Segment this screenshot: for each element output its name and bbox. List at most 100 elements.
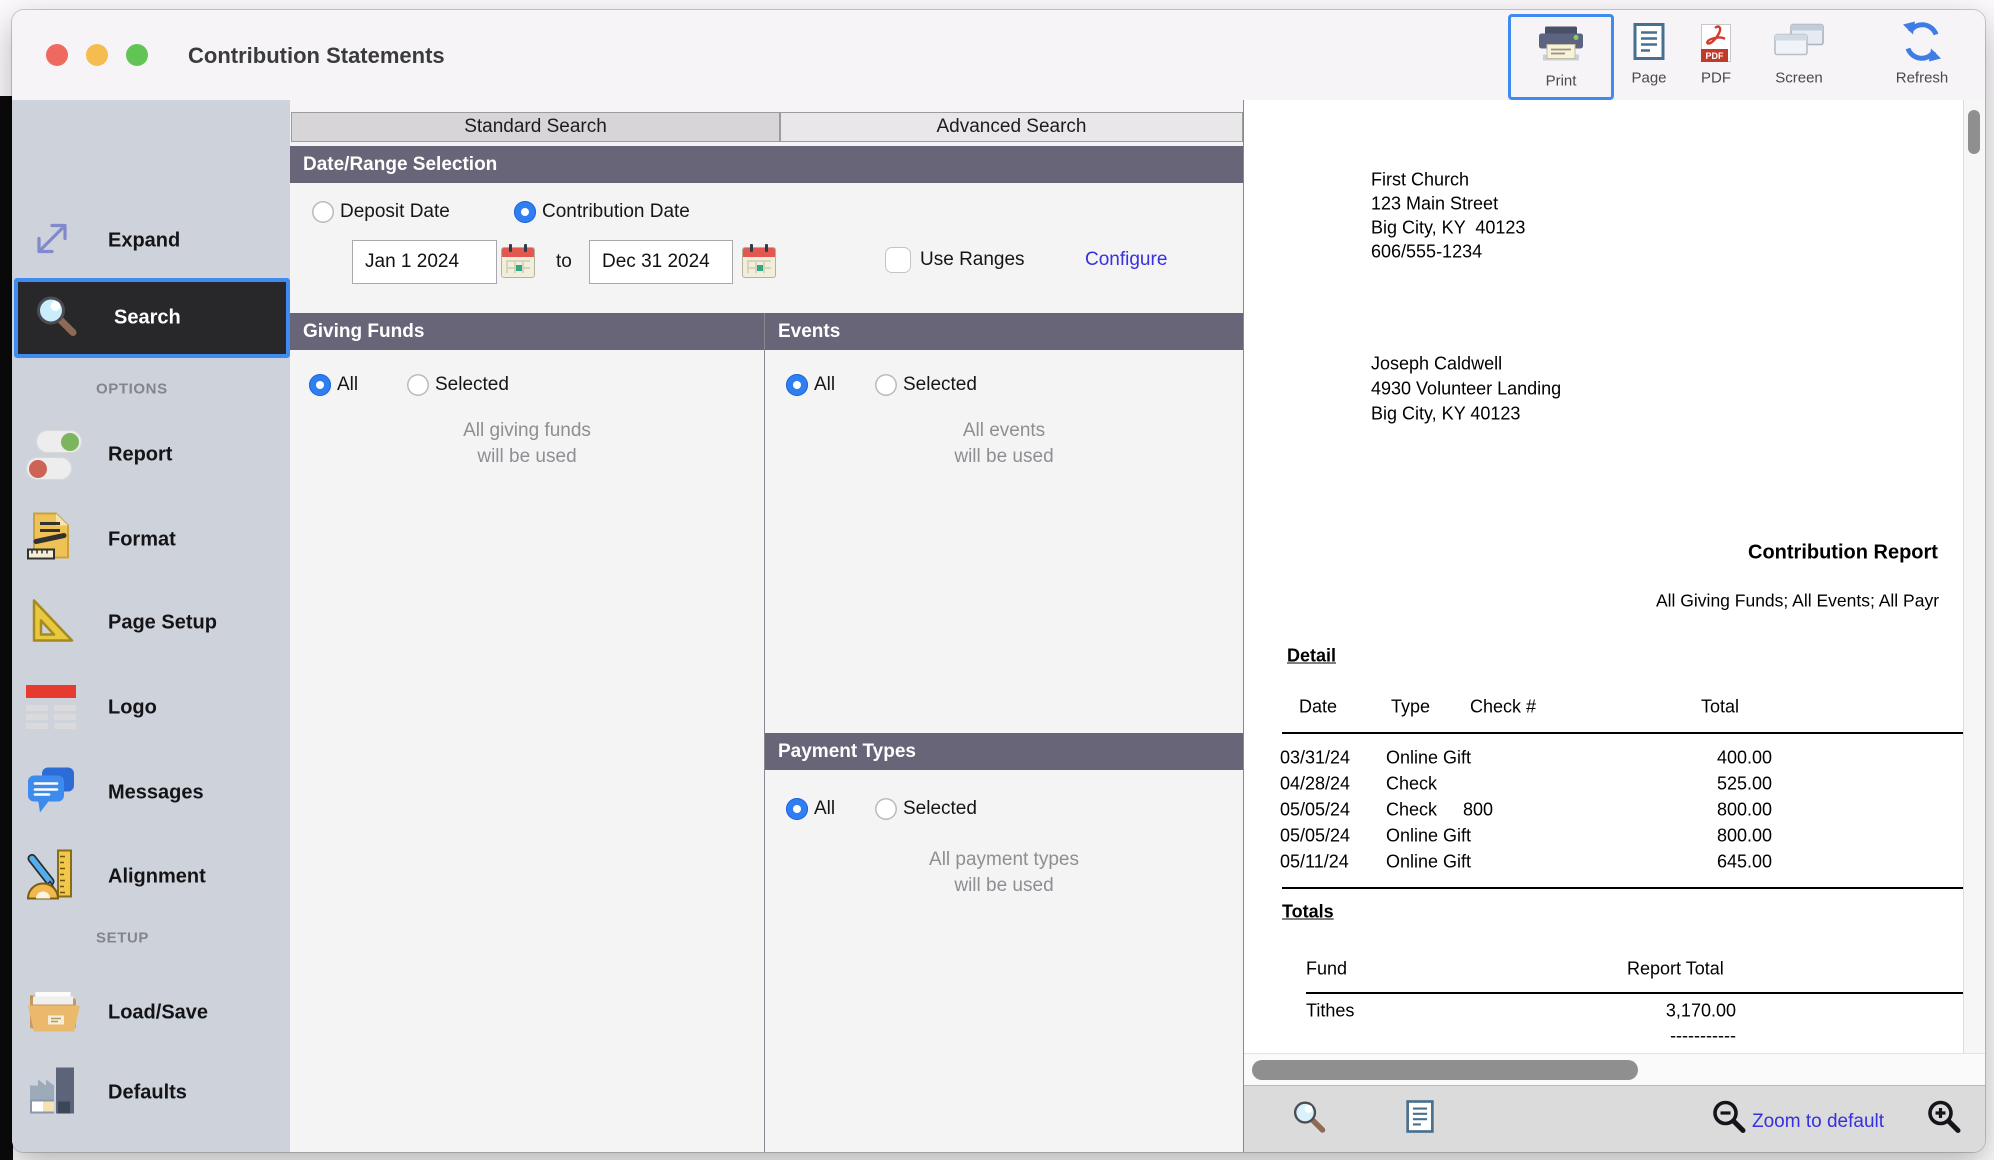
sidebar-setup-header: SETUP — [96, 930, 149, 947]
screen-icon — [1773, 23, 1825, 66]
close-icon[interactable] — [46, 44, 68, 66]
sidebar-item-alignment[interactable]: Alignment — [12, 841, 290, 913]
section-divider — [764, 313, 765, 1152]
church-street: 123 Main Street — [1371, 194, 1498, 215]
row-total: 400.00 — [1653, 748, 1772, 769]
page-icon — [1632, 22, 1666, 67]
sidebar-options-header: OPTIONS — [96, 381, 168, 398]
payment-types-selected-radio[interactable] — [875, 798, 897, 820]
report-title: Contribution Report — [1748, 542, 1965, 565]
use-ranges-checkbox[interactable] — [885, 247, 911, 273]
horizontal-scrollbar-thumb[interactable] — [1252, 1060, 1638, 1080]
sidebar-item-report[interactable]: Report — [12, 419, 290, 491]
tab-label: Standard Search — [464, 116, 607, 138]
page-label: Page — [1631, 70, 1666, 87]
minimize-icon[interactable] — [86, 44, 108, 66]
contribution-date-label: Contribution Date — [542, 201, 690, 223]
deposit-date-radio[interactable] — [312, 201, 334, 223]
alignment-tools-icon — [26, 849, 76, 906]
to-date-input[interactable] — [589, 240, 733, 284]
recipient-street: 4930 Volunteer Landing — [1371, 379, 1561, 400]
screen: Contribution Statements Print Page — [0, 0, 1994, 1160]
sidebar: Expand Search OPTIONS Report — [12, 100, 291, 1152]
row-type: Online Gift — [1386, 826, 1471, 847]
window-title: Contribution Statements — [188, 43, 445, 69]
zoom-in-icon[interactable] — [1926, 1099, 1962, 1140]
vertical-scrollbar[interactable] — [1963, 100, 1985, 1053]
sidebar-item-label: Messages — [108, 782, 204, 805]
preview-magnifier-icon[interactable] — [1290, 1098, 1328, 1141]
events-header: Events — [765, 313, 1243, 350]
logo-icon — [26, 683, 78, 733]
sidebar-item-logo[interactable]: Logo — [12, 672, 290, 744]
sidebar-item-label: Search — [114, 307, 181, 330]
fund-total: 3,170.00 — [1593, 1001, 1736, 1022]
giving-funds-selected-label: Selected — [435, 374, 509, 396]
sidebar-item-search[interactable]: Search — [14, 278, 290, 358]
payment-types-selected-label: Selected — [903, 798, 977, 820]
zoom-to-default-link[interactable]: Zoom to default — [1752, 1111, 1884, 1133]
print-button[interactable]: Print — [1508, 14, 1614, 100]
events-selected-label: Selected — [903, 374, 977, 396]
sidebar-item-label: Page Setup — [108, 612, 217, 635]
zoom-out-icon[interactable] — [1711, 1099, 1747, 1140]
from-date-input[interactable] — [352, 240, 497, 284]
row-total: 800.00 — [1653, 826, 1772, 847]
pdf-button[interactable]: PDF PDF — [1684, 14, 1750, 94]
refresh-button[interactable]: Refresh — [1870, 14, 1974, 94]
totals-dashes: ----------- — [1593, 1026, 1736, 1047]
church-city: Big City, KY 40123 — [1371, 218, 1525, 239]
payment-types-all-label: All — [814, 798, 835, 820]
col-check: Check # — [1470, 697, 1536, 718]
tab-advanced-search[interactable]: Advanced Search — [780, 112, 1243, 142]
page-button[interactable]: Page — [1614, 14, 1684, 94]
use-ranges-label: Use Ranges — [920, 249, 1025, 271]
sidebar-item-messages[interactable]: Messages — [12, 757, 290, 829]
recipient-name: Joseph Caldwell — [1371, 354, 1502, 375]
col-report-total: Report Total — [1627, 959, 1724, 980]
recipient-city: Big City, KY 40123 — [1371, 404, 1520, 425]
report-subtitle: All Giving Funds; All Events; All Payr — [1656, 591, 1965, 612]
row-type: Check — [1386, 800, 1437, 821]
col-date: Date — [1299, 697, 1337, 718]
sidebar-item-load-save[interactable]: Load/Save — [12, 977, 290, 1049]
detail-heading: Detail — [1287, 646, 1336, 667]
events-selected-radio[interactable] — [875, 374, 897, 396]
events-message: All events — [963, 420, 1045, 442]
preview-page-icon[interactable] — [1405, 1099, 1435, 1140]
sidebar-item-label: Format — [108, 529, 176, 552]
payment-types-all-radio[interactable] — [786, 798, 808, 820]
report-preview: First Church 123 Main Street Big City, K… — [1243, 100, 1985, 1152]
screen-button[interactable]: Screen — [1754, 14, 1844, 94]
toggles-icon — [26, 422, 90, 488]
sidebar-item-label: Alignment — [108, 866, 206, 889]
giving-funds-message: will be used — [477, 446, 576, 468]
giving-funds-selected-radio[interactable] — [407, 374, 429, 396]
pdf-icon: PDF — [1698, 24, 1734, 64]
pdf-badge: PDF — [1701, 49, 1728, 62]
pdf-label: PDF — [1701, 70, 1731, 87]
sidebar-item-page-setup[interactable]: Page Setup — [12, 587, 290, 659]
row-type: Online Gift — [1386, 852, 1471, 873]
totals-heading: Totals — [1282, 902, 1334, 923]
sidebar-item-format[interactable]: Format — [12, 504, 290, 576]
sidebar-item-expand[interactable]: Expand — [12, 205, 290, 277]
refresh-icon — [1900, 20, 1944, 69]
format-doc-icon — [26, 512, 76, 569]
giving-funds-all-radio[interactable] — [309, 374, 331, 396]
chat-bubbles-icon — [26, 766, 78, 821]
contribution-date-radio[interactable] — [514, 201, 536, 223]
horizontal-scrollbar[interactable] — [1244, 1053, 1985, 1086]
configure-link[interactable]: Configure — [1085, 249, 1167, 271]
sidebar-item-defaults[interactable]: Defaults — [12, 1057, 290, 1129]
vertical-scrollbar-thumb[interactable] — [1968, 110, 1980, 154]
row-date: 04/28/24 — [1280, 774, 1350, 795]
giving-funds-message: All giving funds — [463, 420, 591, 442]
events-all-radio[interactable] — [786, 374, 808, 396]
calendar-icon[interactable] — [501, 247, 535, 278]
tab-standard-search[interactable]: Standard Search — [291, 112, 780, 142]
printer-icon — [1536, 27, 1586, 72]
zoom-window-icon[interactable] — [126, 44, 148, 66]
sidebar-item-label: Logo — [108, 697, 157, 720]
calendar-icon[interactable] — [742, 247, 776, 278]
